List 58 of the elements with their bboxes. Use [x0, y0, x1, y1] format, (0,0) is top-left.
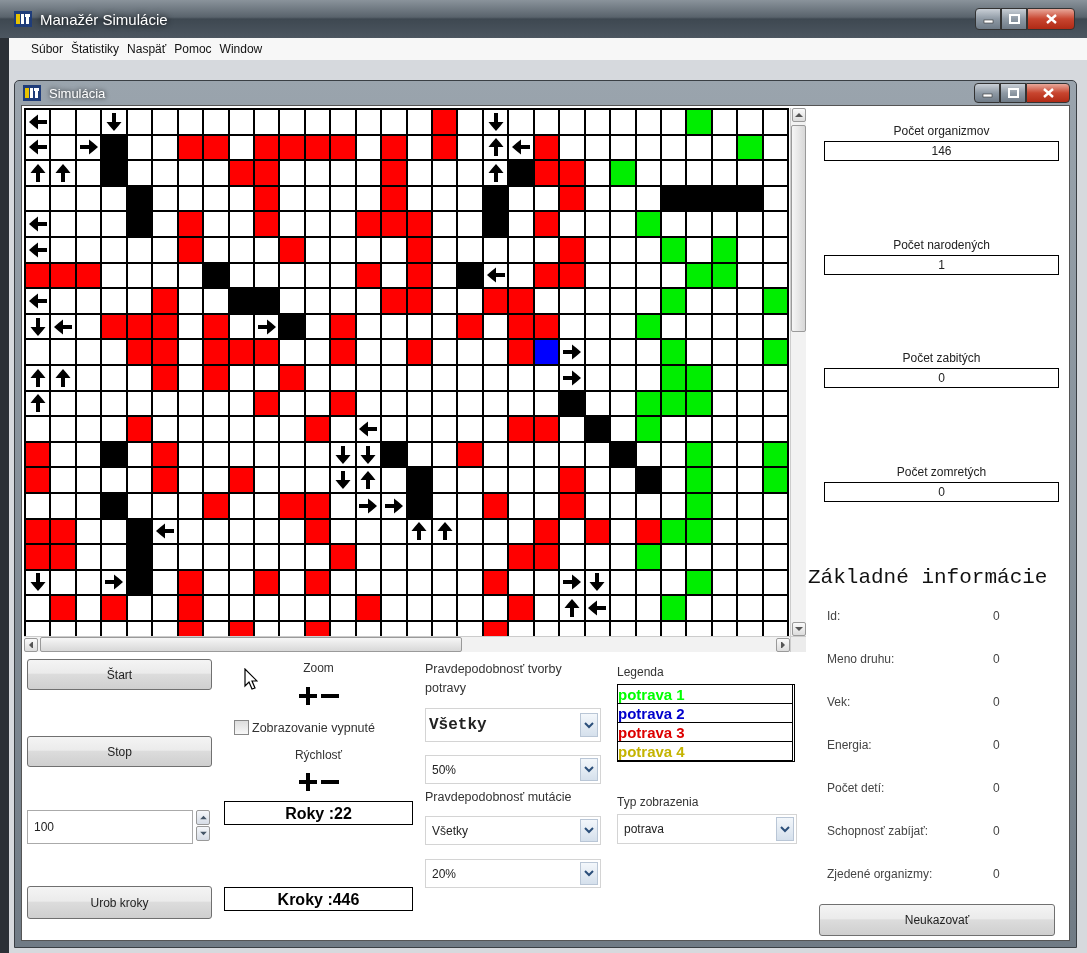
legend-item: potrava 4 [617, 741, 793, 761]
speed-label: Rýchlosť [294, 748, 343, 762]
legend-title: Legenda [617, 665, 665, 679]
dropdown-value: potrava [623, 822, 665, 836]
years-counter: Roky :22 [224, 801, 413, 825]
menu-item[interactable]: Súbor [31, 42, 64, 56]
stat-value: 0 [824, 481, 1059, 502]
stat-label: Počet organizmov [893, 124, 990, 138]
dropdown-value: Všetky [428, 716, 487, 734]
zoom-label: Zoom [303, 661, 334, 675]
menu-item[interactable]: Pomoc [174, 42, 212, 56]
info-label: Meno druhu: [827, 652, 896, 666]
dropdown[interactable]: 50% [425, 755, 601, 784]
start-button[interactable]: Štart [27, 659, 212, 690]
info-label: Id: [827, 609, 842, 623]
steps-button[interactable]: Urob kroky [27, 886, 212, 919]
checkbox-label: Zobrazovanie vypnuté [252, 720, 375, 735]
info-value: 0 [993, 867, 1000, 881]
stat-label: Počet zomretých [896, 464, 987, 479]
legend-item: potrava 3 [617, 722, 793, 742]
window-title: Manažér Simulácie [40, 10, 168, 28]
stat-value: 1 [824, 254, 1059, 275]
legend-item: potrava 2 [617, 703, 793, 723]
dropdown[interactable]: 20% [425, 859, 601, 888]
dropdown[interactable]: Všetky [425, 816, 601, 845]
info-value: 0 [993, 609, 1000, 623]
dropdown[interactable]: Všetky [425, 708, 601, 742]
dropdown-value: 20% [431, 866, 457, 881]
dropdown-value: Všetky [431, 823, 468, 838]
display-type-label: Typ zobrazenia [617, 795, 700, 809]
stat-value: 146 [824, 141, 1059, 161]
info-label: Zjedené organizmy: [827, 867, 934, 881]
section-heading: Základné informácie [808, 566, 1049, 589]
menu-item[interactable]: Štatistiky [71, 42, 120, 56]
steps-counter: Kroky :446 [224, 887, 413, 911]
stat-label: Počet zabitých [902, 351, 981, 365]
info-label: Schopnosť zabíjať: [827, 824, 930, 838]
info-value: 0 [993, 652, 1000, 666]
legend-item: potrava 1 [617, 684, 793, 704]
stat-value: 0 [824, 368, 1059, 388]
steps-input[interactable]: 100 [27, 810, 193, 844]
info-value: 0 [993, 781, 1000, 795]
info-value: 0 [993, 824, 1000, 838]
menu-item[interactable]: Window [219, 42, 263, 56]
window-title: Simulácia [49, 85, 106, 101]
dropdown-value: 50% [431, 762, 457, 777]
info-label: Energia: [827, 738, 873, 752]
hide-button[interactable]: Neukazovať [819, 904, 1055, 936]
info-label: Vek: [827, 695, 852, 709]
dropdown[interactable]: potrava [617, 814, 797, 844]
info-label: Počet detí: [827, 781, 886, 795]
food-probability-label: Pravdepodobnosť tvorby potravy [425, 661, 563, 697]
stop-button[interactable]: Stop [27, 736, 212, 767]
menu-item[interactable]: Naspäť [127, 42, 167, 56]
mutation-probability-label: Pravdepodobnosť mutácie [425, 790, 573, 804]
stat-label: Počet narodených [893, 237, 990, 252]
info-value: 0 [993, 695, 1000, 709]
info-value: 0 [993, 738, 1000, 752]
